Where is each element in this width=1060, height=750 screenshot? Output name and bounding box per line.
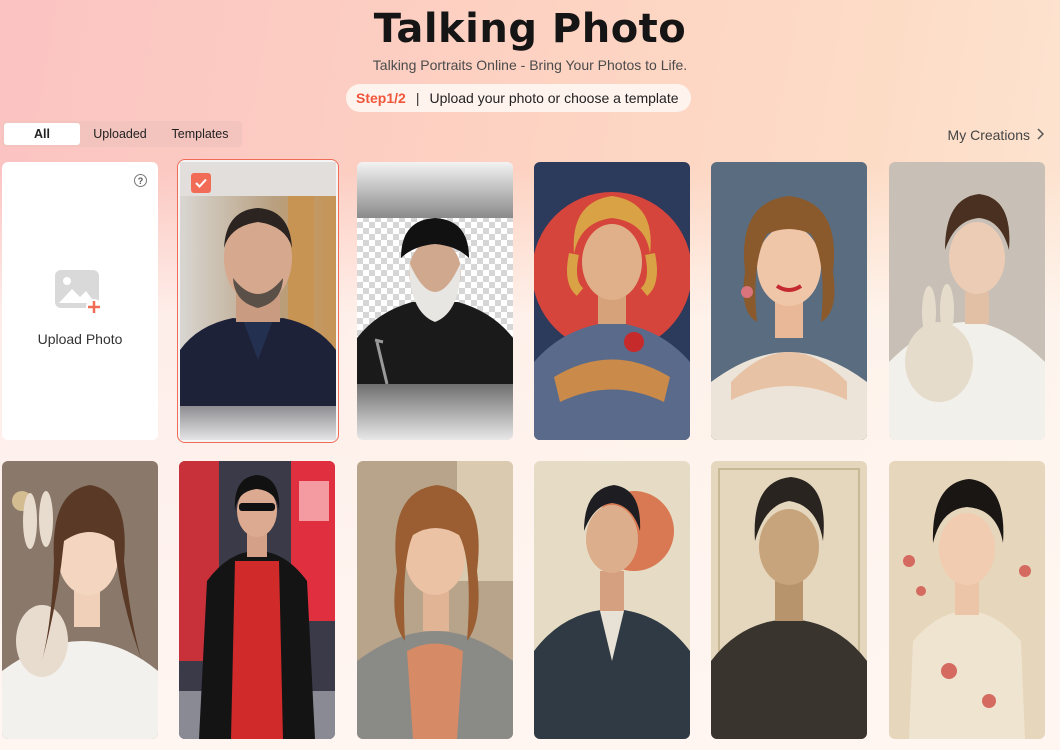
step-indicator: Step1/2 | Upload your photo or choose a … (346, 84, 691, 112)
tab-uploaded[interactable]: Uploaded (80, 123, 160, 145)
portrait-image (534, 461, 690, 739)
tab-templates[interactable]: Templates (160, 123, 240, 145)
portrait-image (357, 162, 513, 440)
image-plus-icon (54, 269, 106, 315)
template-card-girl-rabbit[interactable] (2, 461, 158, 739)
page-subtitle: Talking Portraits Online - Bring Your Ph… (372, 57, 688, 73)
step-text: Upload your photo or choose a template (429, 90, 679, 106)
template-card-painted-man-rose[interactable] (534, 162, 690, 440)
page-title: Talking Photo (373, 6, 687, 52)
template-card-vintage-woman[interactable] (711, 162, 867, 440)
template-card-sketch-man[interactable] (711, 461, 867, 739)
portrait-image (179, 461, 335, 739)
photo-card-cleric[interactable] (357, 162, 513, 440)
portrait-image (711, 162, 867, 440)
checkmark-icon (191, 173, 211, 193)
step-separator: | (415, 90, 420, 106)
portrait-image (889, 461, 1045, 739)
portrait-image (889, 162, 1045, 440)
portrait-image (357, 461, 513, 739)
my-creations-label: My Creations (947, 127, 1030, 143)
photo-card-man-suit[interactable] (177, 159, 339, 443)
portrait-image (711, 461, 867, 739)
my-creations-link[interactable]: My Creations (947, 127, 1045, 143)
portrait-image (534, 162, 690, 440)
tab-all[interactable]: All (4, 123, 80, 145)
portrait-image (178, 160, 338, 442)
template-card-woman-leather[interactable] (179, 461, 335, 739)
template-card-painted-man-suit[interactable] (534, 461, 690, 739)
template-card-boy-rabbit[interactable] (889, 162, 1045, 440)
upload-photo-label: Upload Photo (37, 331, 123, 347)
chevron-right-icon (1036, 127, 1045, 143)
filter-tabs: All Uploaded Templates (2, 121, 242, 147)
question-icon[interactable]: ? (134, 174, 147, 187)
template-card-woman-sunlight[interactable] (357, 461, 513, 739)
portrait-image (2, 461, 158, 739)
step-badge: Step1/2 (356, 90, 406, 106)
template-card-woman-cheongsam[interactable] (889, 461, 1045, 739)
upload-photo-card[interactable]: ? Upload Photo (2, 162, 158, 440)
